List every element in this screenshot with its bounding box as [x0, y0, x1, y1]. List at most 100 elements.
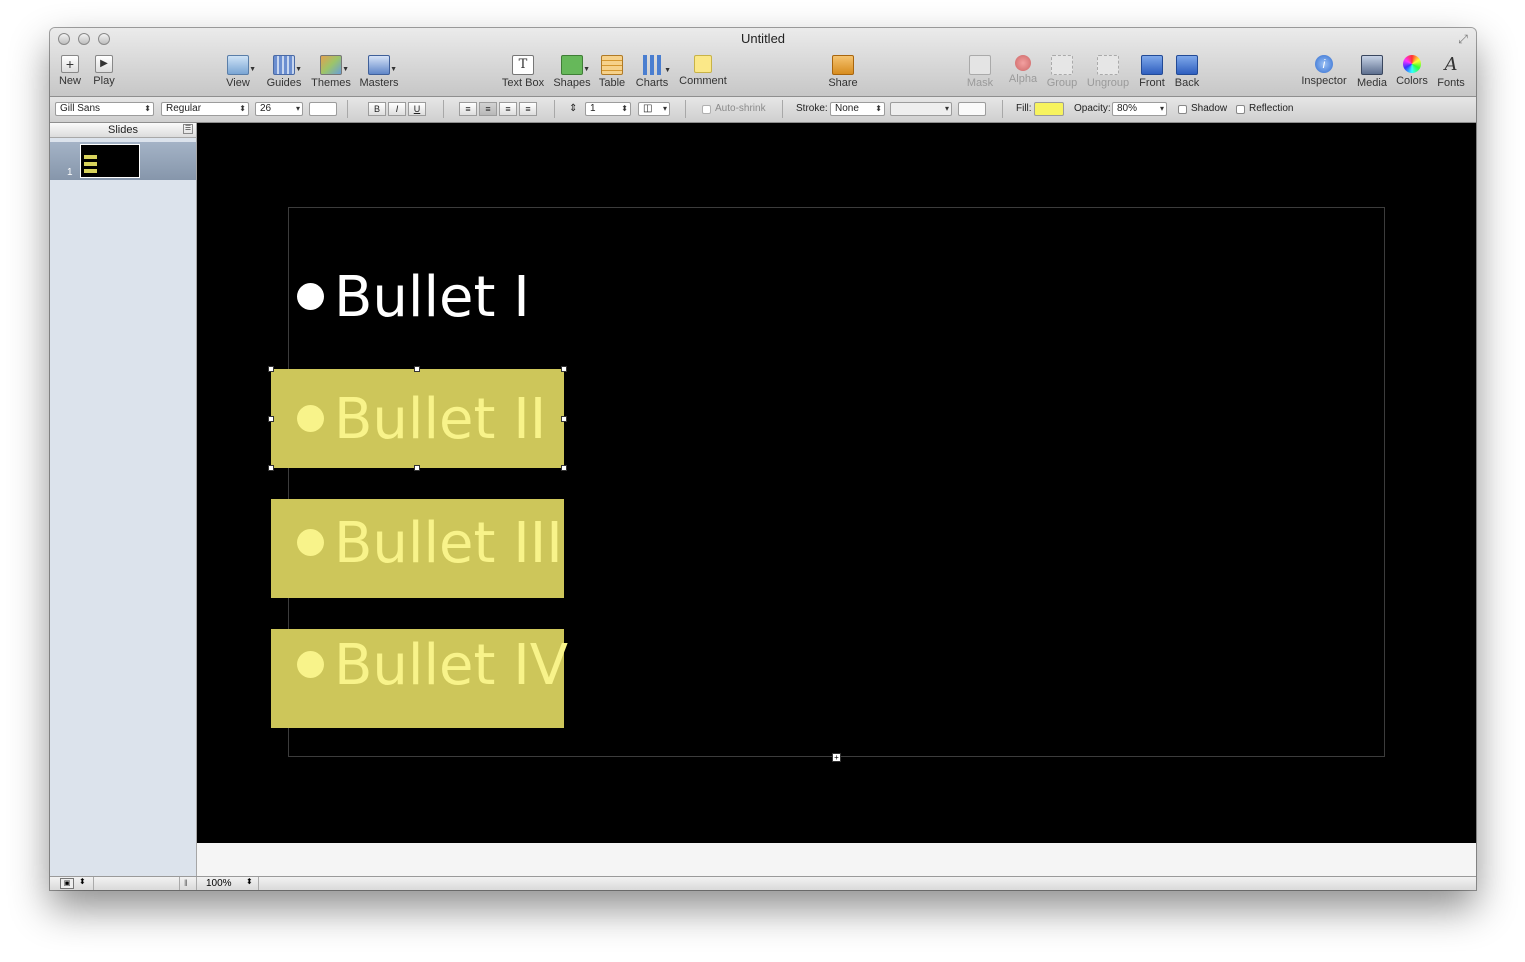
stroke-color-well[interactable] — [958, 102, 986, 116]
slide-thumbnail[interactable] — [80, 144, 140, 178]
text-box-button[interactable]: T Text Box — [500, 55, 546, 93]
masters-button[interactable]: ▼ Masters — [358, 55, 400, 93]
keynote-window: Untitled ⤢ + New ▶ Play ▼ View ▼ Guides … — [50, 28, 1476, 890]
align-left-button[interactable]: ≡ — [459, 102, 477, 116]
slides-header: Slides ☰ — [50, 123, 196, 138]
colors-button[interactable]: Colors — [1396, 55, 1428, 93]
navigator-menu-icon[interactable]: ☰ — [183, 124, 193, 134]
media-button[interactable]: Media — [1356, 55, 1388, 93]
alpha-button[interactable]: Alpha — [1007, 55, 1039, 93]
align-center-button[interactable]: ≡ — [479, 102, 497, 116]
align-left-icon: ≡ — [465, 104, 471, 114]
window-title: Untitled — [740, 31, 786, 46]
new-button[interactable]: + New — [58, 55, 82, 93]
resize-handle[interactable] — [414, 366, 420, 372]
divider — [93, 877, 94, 890]
stepper-icon[interactable]: ⬍ — [79, 877, 86, 886]
table-button[interactable]: Table — [596, 55, 628, 93]
stroke-select[interactable]: None ⬍ — [830, 102, 885, 116]
group-button[interactable]: Group — [1045, 55, 1079, 93]
dropdown-arrow-icon: ▾ — [944, 104, 949, 113]
columns-select[interactable]: ◫ ▾ — [638, 102, 670, 116]
comment-button[interactable]: Comment — [678, 55, 728, 93]
titlebar-toolbar: Untitled ⤢ + New ▶ Play ▼ View ▼ Guides … — [50, 28, 1476, 97]
stepper-icon[interactable]: ⬍ — [246, 877, 253, 886]
thumbnail-bar — [84, 162, 97, 166]
divider — [196, 877, 197, 890]
thumbnail-bar — [84, 169, 97, 173]
divider — [347, 100, 348, 118]
resize-handle[interactable] — [268, 416, 274, 422]
bold-button[interactable]: B — [368, 102, 386, 116]
fill-label: Fill: — [1016, 103, 1032, 114]
shapes-button[interactable]: ▼ Shapes — [553, 55, 591, 93]
font-size-field[interactable]: 26 ▾ — [255, 102, 303, 116]
masters-icon: ▼ — [368, 55, 397, 75]
slide-navigator: Slides ☰ 1 — [50, 123, 197, 876]
shadow-checkbox[interactable] — [1178, 105, 1187, 114]
resize-handle[interactable] — [414, 465, 420, 471]
status-bar: ▣ ⬍ ǁ 100% ⬍ — [50, 876, 1476, 890]
share-button[interactable]: Share — [826, 55, 860, 93]
resize-handle[interactable] — [561, 366, 567, 372]
slide-thumbnail-row[interactable]: 1 — [50, 142, 196, 180]
resize-handle[interactable] — [268, 366, 274, 372]
bullet-item[interactable]: Bullet IV — [297, 631, 568, 701]
italic-button[interactable]: I — [388, 102, 406, 116]
divider — [1002, 100, 1003, 118]
themes-button[interactable]: ▼ Themes — [311, 55, 351, 93]
justify-button[interactable]: ≡ — [519, 102, 537, 116]
guides-button[interactable]: ▼ Guides — [266, 55, 302, 93]
play-button[interactable]: ▶ Play — [92, 55, 116, 93]
view-button[interactable]: ▼ View — [221, 55, 256, 93]
resize-handle[interactable] — [561, 416, 567, 422]
line-spacing-field[interactable]: 1 ⬍ — [585, 102, 631, 116]
charts-button[interactable]: ▼ Charts — [634, 55, 671, 93]
columns-icon: ◫ — [643, 103, 653, 114]
font-family-select[interactable]: Gill Sans ⬍ — [55, 102, 154, 116]
fill-color-well[interactable] — [1034, 102, 1064, 116]
ungroup-icon — [1097, 55, 1119, 75]
bullet-dot-icon — [297, 405, 324, 433]
mask-button[interactable]: Mask — [964, 55, 996, 93]
zoom-level[interactable]: 100% — [206, 878, 232, 889]
font-icon: A — [1444, 54, 1458, 75]
fonts-button[interactable]: A Fonts — [1436, 55, 1466, 93]
text-color-well[interactable] — [309, 102, 337, 116]
opacity-field[interactable]: 80% ▾ — [1112, 102, 1167, 116]
stroke-width-field[interactable]: ▾ — [890, 102, 952, 116]
slide-canvas[interactable]: Bullet I Bullet II Bullet III Bullet IV … — [197, 123, 1476, 843]
stroke-label: Stroke: — [796, 103, 828, 114]
inspector-button[interactable]: i Inspector — [1300, 55, 1348, 93]
themes-icon: ▼ — [320, 55, 349, 75]
placeholder-handle[interactable]: + — [832, 753, 841, 762]
fullscreen-icon[interactable]: ⤢ — [1456, 32, 1470, 46]
auto-shrink-label: Auto-shrink — [715, 103, 766, 114]
bullet-item[interactable]: Bullet I — [297, 263, 530, 333]
bullet-dot-icon — [297, 283, 324, 311]
resize-handle[interactable] — [268, 465, 274, 471]
info-icon: i — [1315, 55, 1333, 73]
align-right-button[interactable]: ≡ — [499, 102, 517, 116]
bullet-item[interactable]: Bullet II — [297, 385, 546, 455]
split-handle-icon[interactable]: ǁ — [184, 878, 188, 888]
front-button[interactable]: Front — [1137, 55, 1167, 93]
bring-front-icon — [1141, 55, 1163, 75]
shadow-label: Shadow — [1191, 103, 1228, 114]
reflection-checkbox[interactable] — [1236, 105, 1245, 114]
magic-wand-icon — [1015, 55, 1031, 71]
stepper-icon: ⬍ — [875, 104, 882, 113]
bullet-item[interactable]: Bullet III — [297, 509, 563, 579]
plus-icon: + — [61, 55, 79, 73]
media-icon — [1361, 55, 1383, 75]
back-button[interactable]: Back — [1173, 55, 1201, 93]
resize-handle[interactable] — [561, 465, 567, 471]
dropdown-arrow-icon: ▼ — [342, 66, 349, 73]
font-style-select[interactable]: Regular ⬍ — [161, 102, 249, 116]
underline-button[interactable]: U — [408, 102, 426, 116]
view-icon: ▼ — [227, 55, 256, 75]
auto-shrink-checkbox[interactable] — [702, 105, 711, 114]
ungroup-button[interactable]: Ungroup — [1086, 55, 1130, 93]
dropdown-arrow-icon: ▾ — [662, 104, 667, 113]
view-mode-icon[interactable]: ▣ — [60, 878, 74, 889]
